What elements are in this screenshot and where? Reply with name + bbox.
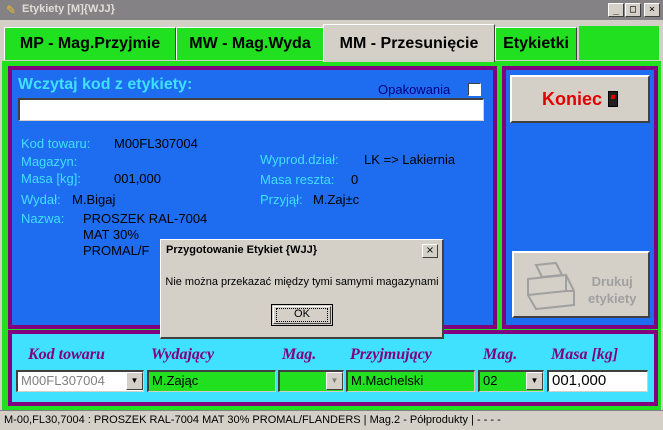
tab-strip-fill: [579, 26, 659, 60]
przyjal-value: M.Zaj±c: [313, 192, 360, 207]
error-dialog: Przygotowanie Etykiet {WJJ} × Nie można …: [160, 239, 444, 339]
przyjmujacy-field[interactable]: M.Machelski: [346, 370, 475, 392]
bottom-wydajacy-label: Wydający: [151, 346, 215, 363]
koniec-button[interactable]: Koniec: [510, 75, 650, 123]
tab-mm[interactable]: MM - Przesunięcie: [323, 24, 495, 62]
drukuj-label-line-1: Drukuj: [591, 274, 633, 289]
kod-combo-arrow-icon[interactable]: ▼: [126, 372, 143, 390]
bottom-kod-label: Kod towaru: [28, 346, 105, 363]
bottom-mag1-label: Mag.: [282, 346, 317, 363]
app-icon: ✎: [5, 3, 17, 17]
packaging-label: Opakowania: [378, 82, 451, 97]
status-bar: M-00,FL30,7004 : PROSZEK RAL-7004 MAT 30…: [0, 410, 663, 430]
drukuj-button[interactable]: Drukuj etykiety: [512, 251, 650, 318]
bottom-mag2-label: Mag.: [483, 346, 518, 363]
mag1-combo[interactable]: ▼: [278, 370, 344, 392]
drukuj-label-line-2: etykiety: [588, 291, 637, 306]
wyprod-label: Wyprod.dział:: [260, 152, 339, 167]
title-bar[interactable]: ✎ Etykiety [M]{WJJ} _ □ ×: [0, 0, 663, 20]
kod-combo-value: M00FL307004: [21, 373, 105, 388]
mag2-combo-value: 02: [483, 373, 498, 388]
mag2-combo-arrow-icon[interactable]: ▼: [526, 372, 543, 390]
dialog-title-bar[interactable]: Przygotowanie Etykiet {WJJ} ×: [163, 242, 441, 260]
close-button[interactable]: ×: [644, 3, 660, 17]
packaging-checkbox[interactable]: [468, 83, 481, 96]
tab-mw[interactable]: MW - Mag.Wyda: [176, 27, 324, 60]
scan-heading: Wczytaj kod z etykiety:: [18, 76, 193, 93]
reszta-label: Masa reszta:: [260, 172, 335, 187]
mag1-combo-arrow-icon[interactable]: ▼: [326, 372, 343, 390]
dialog-ok-button[interactable]: OK: [271, 304, 333, 326]
masa-value: 001,000: [114, 171, 161, 186]
wyprod-value: LK => Lakiernia: [364, 152, 456, 167]
exit-door-icon: [608, 91, 618, 107]
bottom-masa-label: Masa [kg]: [551, 346, 619, 363]
nazwa-line-3: PROMAL/F: [83, 243, 150, 258]
koniec-label: Koniec: [541, 88, 602, 109]
mag2-combo[interactable]: 02 ▼: [478, 370, 544, 392]
barcode-input[interactable]: [18, 98, 484, 121]
nazwa-line-2: MAT 30%: [83, 227, 139, 242]
przyjal-label: Przyjął:: [260, 192, 303, 207]
dialog-close-button[interactable]: ×: [422, 244, 438, 258]
ok-button-label: OK: [294, 308, 310, 320]
bottom-przyjmujacy-label: Przyjmujący: [350, 346, 432, 363]
tab-etykietki[interactable]: Etykietki: [495, 27, 577, 60]
tab-mp[interactable]: MP - Mag.Przyjmie: [4, 27, 176, 60]
nazwa-line-1: PROSZEK RAL-7004: [83, 211, 208, 226]
dialog-message: Nie można przekazać między tymi samymi m…: [165, 276, 439, 288]
magazyn-label: Magazyn:: [21, 154, 78, 169]
kod-combo[interactable]: M00FL307004 ▼: [16, 370, 144, 392]
kod-value: M00FL307004: [114, 136, 198, 151]
masa-label: Masa [kg]:: [21, 171, 81, 186]
wydal-label: Wydał:: [21, 192, 61, 207]
minimize-button[interactable]: _: [608, 3, 624, 17]
kod-label: Kod towaru:: [21, 136, 91, 151]
reszta-value: 0: [351, 172, 359, 187]
printer-icon: [527, 261, 575, 311]
maximize-button[interactable]: □: [625, 3, 641, 17]
nazwa-label: Nazwa:: [21, 211, 65, 226]
dialog-title: Przygotowanie Etykiet {WJJ}: [166, 244, 317, 256]
wydajacy-field[interactable]: M.Zając: [147, 370, 276, 392]
masa-input[interactable]: 001,000: [547, 370, 648, 392]
wydal-value: M.Bigaj: [72, 192, 116, 207]
window-title: Etykiety [M]{WJJ}: [22, 3, 115, 15]
status-text: M-00,FL30,7004 : PROSZEK RAL-7004 MAT 30…: [4, 414, 501, 426]
